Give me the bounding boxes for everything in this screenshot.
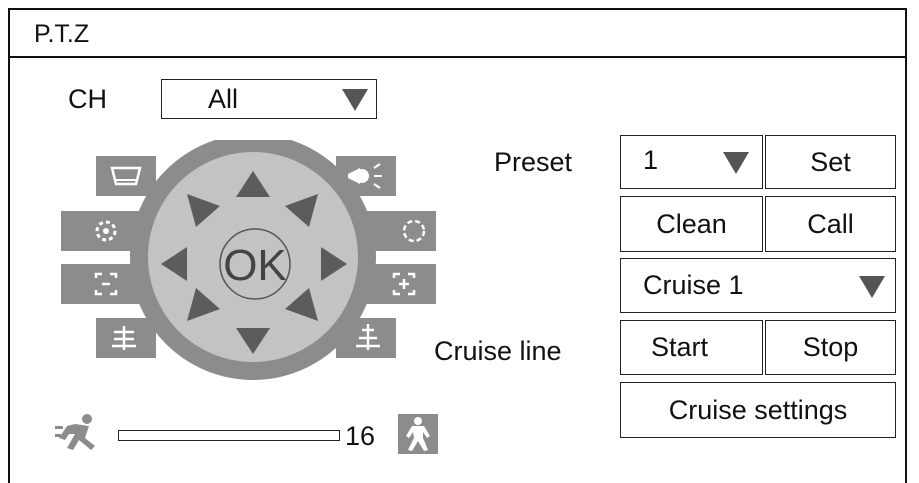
channel-label: CH: [68, 84, 107, 114]
preset-set-button[interactable]: Set: [765, 135, 896, 189]
preset-select[interactable]: 1: [620, 135, 763, 189]
channel-value: All: [208, 84, 239, 114]
speed-value: 16: [345, 421, 376, 451]
ok-label: OK: [223, 241, 287, 290]
chevron-down-icon: [859, 276, 885, 298]
preset-value: 1: [643, 145, 659, 175]
walking-person-icon: [398, 414, 438, 454]
cruise-value: Cruise 1: [643, 270, 744, 300]
window-title: P.T.Z: [34, 20, 90, 48]
preset-call-button[interactable]: Call: [765, 196, 896, 252]
chevron-down-icon: [723, 152, 749, 174]
chevron-down-icon: [342, 89, 368, 111]
speed-slider[interactable]: [118, 430, 340, 441]
running-person-icon: [55, 412, 105, 452]
ok-button[interactable]: OK: [219, 228, 291, 300]
ptz-control-pad: OK: [61, 140, 436, 380]
cruise-settings-button[interactable]: Cruise settings: [620, 382, 896, 438]
wiper-button[interactable]: [96, 156, 156, 196]
cruise-stop-button[interactable]: Stop: [765, 320, 896, 375]
cruise-select[interactable]: Cruise 1: [620, 258, 896, 313]
cruise-start-button[interactable]: Start: [620, 320, 763, 375]
title-bar: P.T.Z: [10, 10, 905, 58]
cruise-line-label: Cruise line: [434, 336, 562, 366]
focus-near-button[interactable]: [96, 318, 156, 358]
preset-label: Preset: [494, 147, 573, 177]
channel-select[interactable]: All: [161, 79, 377, 119]
preset-clean-button[interactable]: Clean: [620, 196, 763, 252]
